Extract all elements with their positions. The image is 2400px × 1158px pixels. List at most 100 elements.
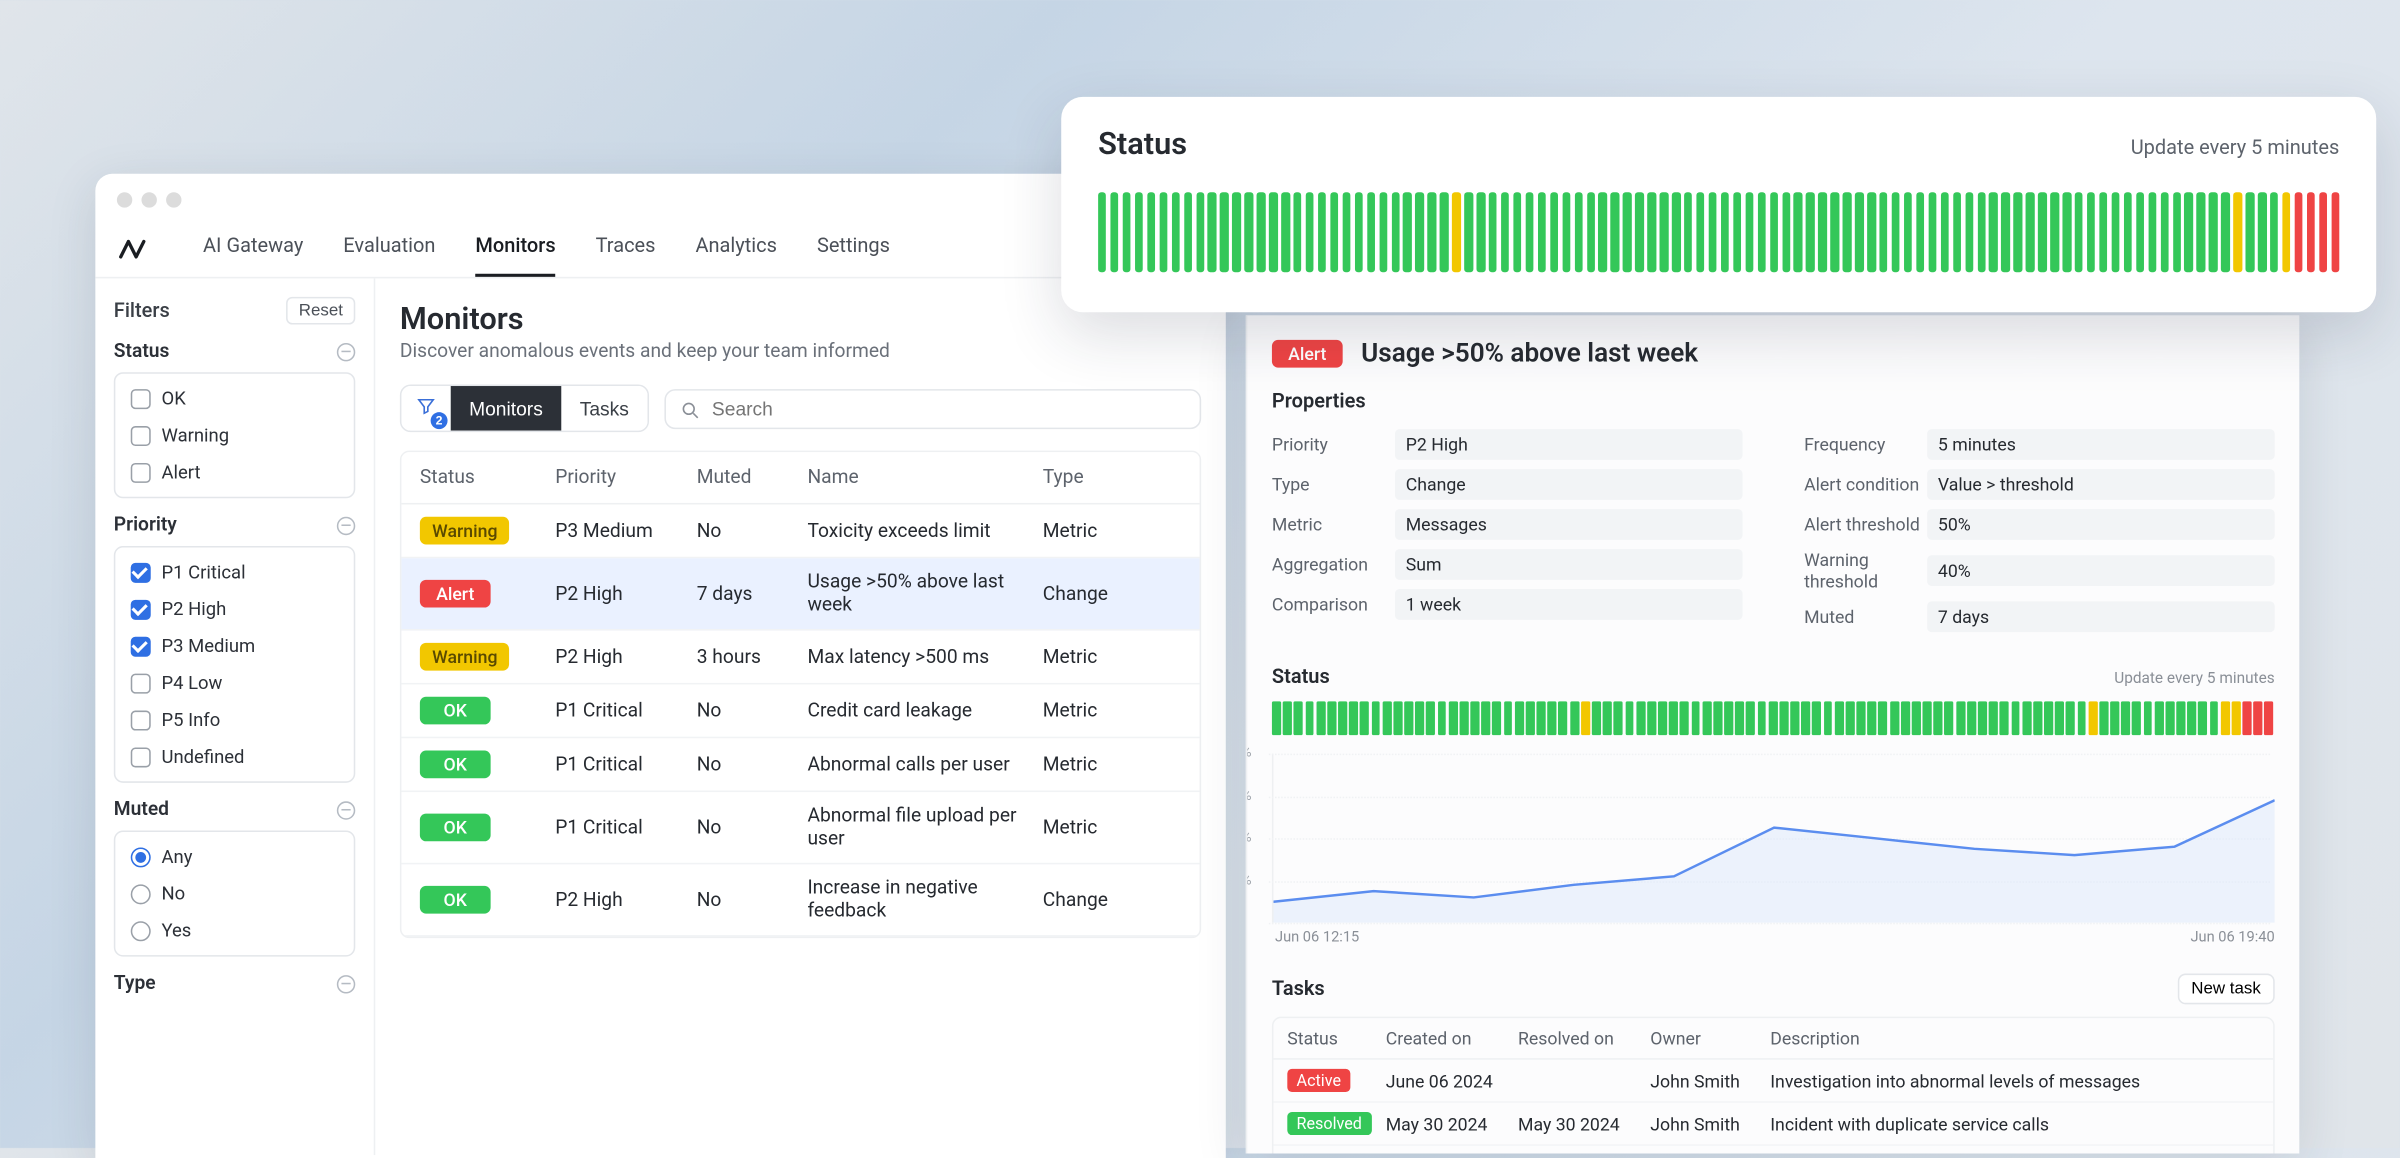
status-tick — [2050, 192, 2058, 272]
column-header[interactable]: Status — [420, 466, 555, 489]
filter-option[interactable]: No — [122, 875, 348, 912]
status-tick — [1294, 701, 1303, 735]
filter-button[interactable]: 2 — [401, 386, 450, 431]
status-badge: OK — [420, 814, 491, 842]
status-tick — [2187, 701, 2196, 735]
search-input[interactable] — [712, 398, 1186, 420]
status-tick — [1459, 701, 1468, 735]
column-header[interactable]: Created on — [1386, 1027, 1518, 1049]
table-row[interactable]: OKP1 CriticalNoAbnormal file upload per … — [401, 792, 1199, 864]
nav-ai-gateway[interactable]: AI Gateway — [203, 220, 303, 277]
status-tick — [2099, 192, 2107, 272]
status-tick — [1426, 701, 1435, 735]
filter-option[interactable]: Undefined — [122, 738, 348, 775]
filter-option[interactable]: P3 Medium — [122, 628, 348, 665]
filter-option[interactable]: Warning — [122, 417, 348, 454]
radio-icon[interactable] — [131, 920, 151, 940]
filter-count-badge: 2 — [431, 412, 448, 429]
collapse-icon[interactable] — [337, 342, 355, 360]
status-tick — [2270, 192, 2278, 272]
column-header[interactable]: Resolved on — [1518, 1027, 1650, 1049]
column-header[interactable]: Description — [1770, 1027, 2259, 1049]
status-tick — [1713, 701, 1722, 735]
table-row[interactable]: OKP2 HighNoIncrease in negative feedback… — [401, 864, 1199, 936]
column-header[interactable]: Priority — [555, 466, 696, 489]
checkbox-icon[interactable] — [131, 636, 151, 656]
status-tick — [2110, 701, 2119, 735]
traffic-dot[interactable] — [117, 192, 132, 207]
nav-analytics[interactable]: Analytics — [695, 220, 776, 277]
status-tick — [2002, 192, 2010, 272]
cell-muted: No — [697, 519, 808, 542]
traffic-dot[interactable] — [166, 192, 181, 207]
status-strip-small — [1272, 701, 2275, 735]
status-tick — [1208, 192, 1216, 272]
status-tick — [1912, 701, 1921, 735]
search-box[interactable] — [664, 388, 1201, 428]
tab-monitors[interactable]: Monitors — [451, 386, 562, 431]
filter-option[interactable]: P5 Info — [122, 701, 348, 738]
filter-label: Any — [161, 846, 192, 868]
nav-monitors[interactable]: Monitors — [475, 220, 555, 277]
checkbox-icon[interactable] — [131, 599, 151, 619]
property-key: Alert condition — [1804, 474, 1927, 496]
checkbox-icon[interactable] — [131, 388, 151, 408]
column-header[interactable]: Name — [807, 466, 1042, 489]
filter-option[interactable]: Any — [122, 838, 348, 875]
filter-option[interactable]: P2 High — [122, 591, 348, 628]
table-row[interactable]: OKP1 CriticalNoAbnormal calls per userMe… — [401, 738, 1199, 792]
collapse-icon[interactable] — [337, 801, 355, 819]
status-tick — [1379, 192, 1387, 272]
checkbox-icon[interactable] — [131, 425, 151, 445]
checkbox-icon[interactable] — [131, 462, 151, 482]
column-header[interactable]: Muted — [697, 466, 808, 489]
status-tick — [1393, 701, 1402, 735]
table-row[interactable]: WarningP2 High3 hoursMax latency >500 ms… — [401, 631, 1199, 685]
task-row[interactable]: ActiveJune 06 2024John SmithInvestigatio… — [1273, 1060, 2273, 1103]
checkbox-icon[interactable] — [131, 562, 151, 582]
checkbox-icon[interactable] — [131, 673, 151, 693]
filter-option[interactable]: Alert — [122, 454, 348, 491]
status-tick — [1245, 192, 1253, 272]
nav-evaluation[interactable]: Evaluation — [343, 220, 435, 277]
column-header[interactable]: Type — [1043, 466, 1181, 489]
status-tick — [2331, 192, 2339, 272]
status-tick — [1696, 192, 1704, 272]
radio-icon[interactable] — [131, 884, 151, 904]
status-tick — [2044, 701, 2053, 735]
filter-option[interactable]: P1 Critical — [122, 554, 348, 591]
table-row[interactable]: AlertP2 High7 daysUsage >50% above last … — [401, 558, 1199, 630]
filter-option[interactable]: OK — [122, 380, 348, 417]
property-row: Alert threshold50% — [1804, 509, 2275, 540]
status-tick — [2295, 192, 2303, 272]
status-tick — [1184, 192, 1192, 272]
column-header[interactable]: Owner — [1650, 1027, 1770, 1049]
filter-option[interactable]: Yes — [122, 912, 348, 949]
collapse-icon[interactable] — [337, 974, 355, 992]
status-section-title: Status — [1272, 666, 1330, 689]
collapse-icon[interactable] — [337, 516, 355, 534]
reset-button[interactable]: Reset — [286, 297, 355, 325]
cell-name: Usage >50% above last week — [807, 571, 1042, 617]
table-row[interactable]: WarningP3 MediumNoToxicity exceeds limit… — [401, 504, 1199, 558]
property-key: Priority — [1272, 434, 1395, 456]
property-row: Comparison1 week — [1272, 589, 1743, 620]
radio-icon[interactable] — [131, 847, 151, 867]
filter-option[interactable]: P4 Low — [122, 664, 348, 701]
status-tick — [1272, 701, 1281, 735]
checkbox-icon[interactable] — [131, 710, 151, 730]
task-row[interactable]: ResolvedMay 11 2024May 11 2024John Smith… — [1273, 1146, 2273, 1154]
cell-muted: No — [697, 753, 808, 776]
nav-settings[interactable]: Settings — [817, 220, 890, 277]
task-row[interactable]: ResolvedMay 30 2024May 30 2024John Smith… — [1273, 1103, 2273, 1146]
column-header[interactable]: Status — [1287, 1027, 1385, 1049]
checkbox-icon[interactable] — [131, 747, 151, 767]
cell-name: Abnormal calls per user — [807, 753, 1042, 776]
x-axis-right: Jun 06 19:40 — [2190, 929, 2274, 946]
traffic-dot[interactable] — [141, 192, 156, 207]
nav-traces[interactable]: Traces — [596, 220, 656, 277]
tab-tasks[interactable]: Tasks — [561, 386, 647, 431]
new-task-button[interactable]: New task — [2177, 974, 2274, 1005]
status-tick — [2075, 192, 2083, 272]
table-row[interactable]: OKP1 CriticalNoCredit card leakageMetric — [401, 684, 1199, 738]
